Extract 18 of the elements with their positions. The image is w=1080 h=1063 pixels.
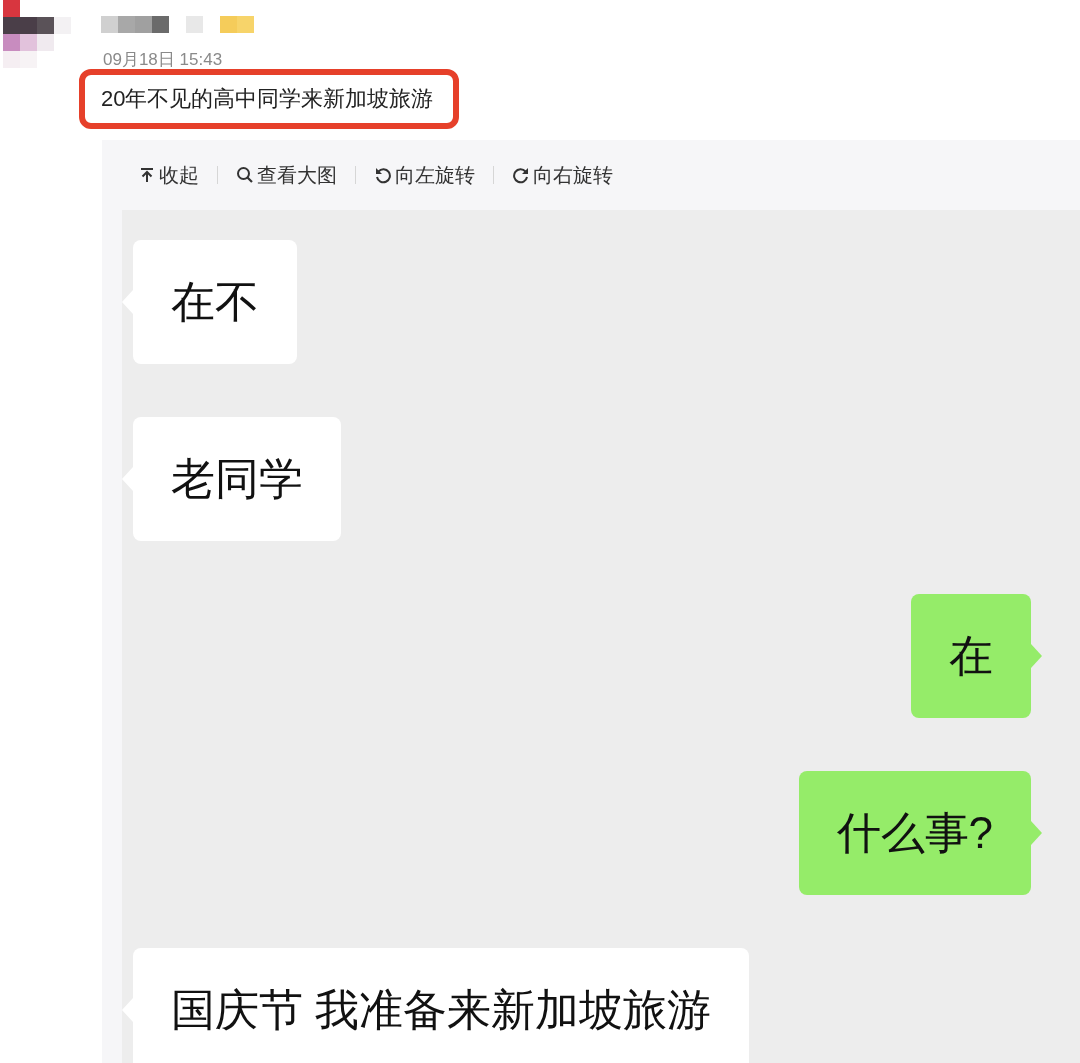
search-icon	[236, 166, 254, 184]
bubble-tail	[1031, 644, 1042, 668]
toolbar-link[interactable]: 查看大图	[236, 161, 337, 189]
blurred-avatar	[3, 0, 71, 68]
message-bubble: 在	[911, 594, 1031, 718]
upload-arrow-icon	[138, 166, 156, 184]
message-bubble: 老同学	[133, 417, 341, 541]
message-bubble: 国庆节 我准备来新加坡旅游	[133, 948, 750, 1063]
rotate-left-icon	[374, 166, 392, 184]
post-text: 20年不见的高中同学来新加坡旅游	[101, 85, 434, 113]
message-bubble: 在不	[133, 240, 297, 364]
rotate-right-icon	[512, 166, 530, 184]
post-date: 09月18日 15:43	[103, 51, 224, 69]
toolbar-link[interactable]: 向左旋转	[374, 161, 475, 189]
bubble-tail	[1031, 821, 1042, 845]
toolbar-link[interactable]: 向右旋转	[512, 161, 613, 189]
toolbar-link[interactable]: 收起	[138, 161, 199, 189]
message-bubble: 什么事?	[798, 771, 1031, 895]
